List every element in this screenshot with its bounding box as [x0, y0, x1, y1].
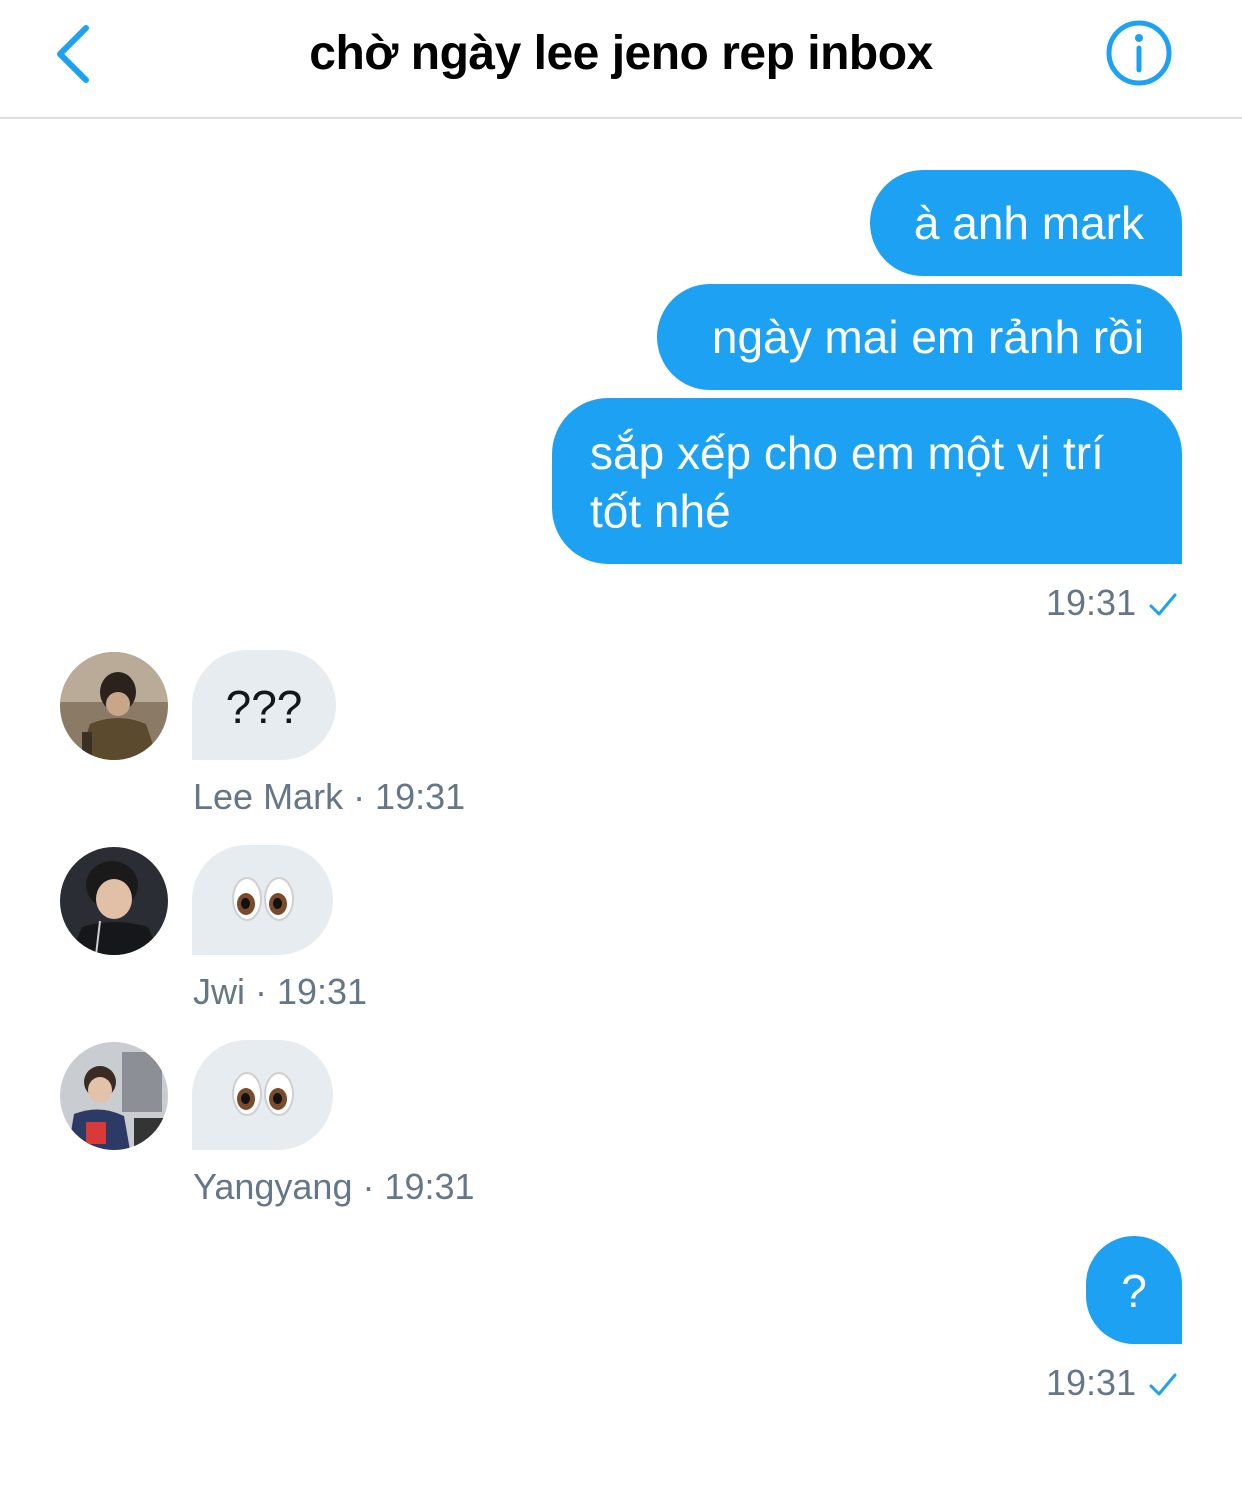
incoming-message[interactable] — [192, 845, 333, 955]
checkmark-icon — [1149, 593, 1177, 616]
timestamp-text: 19:31 — [1046, 1362, 1137, 1403]
timestamp-text: 19:31 — [1046, 582, 1137, 623]
outgoing-message[interactable]: ? — [1086, 1236, 1182, 1344]
message-timestamp: 19:31 — [1046, 1362, 1178, 1404]
sender-meta: Lee Mark · 19:31 — [193, 776, 466, 817]
avatar-yangyang[interactable] — [60, 1042, 168, 1150]
outgoing-message[interactable]: ngày mai em rảnh rồi — [657, 284, 1182, 390]
checkmark-icon — [1149, 1373, 1177, 1396]
sender-meta: Jwi · 19:31 — [193, 971, 368, 1012]
incoming-message[interactable]: ??? — [192, 650, 336, 760]
outgoing-message[interactable]: sắp xếp cho em một vị trí tốt nhé — [552, 398, 1182, 564]
conversation-header: chờ ngày lee jeno rep inbox — [0, 0, 1242, 119]
info-button[interactable] — [1104, 18, 1174, 88]
avatar-lee-mark[interactable] — [60, 652, 168, 760]
message-timestamp: 19:31 — [1046, 582, 1178, 624]
info-icon — [1106, 20, 1172, 86]
incoming-message[interactable] — [192, 1040, 333, 1150]
eyes-emoji-icon — [231, 877, 294, 921]
sender-meta: Yangyang · 19:31 — [193, 1166, 475, 1207]
conversation-title: chờ ngày lee jeno rep inbox — [309, 27, 933, 80]
outgoing-message[interactable]: à anh mark — [870, 170, 1182, 276]
eyes-emoji-icon — [231, 1072, 294, 1116]
avatar-jwi[interactable] — [60, 847, 168, 955]
